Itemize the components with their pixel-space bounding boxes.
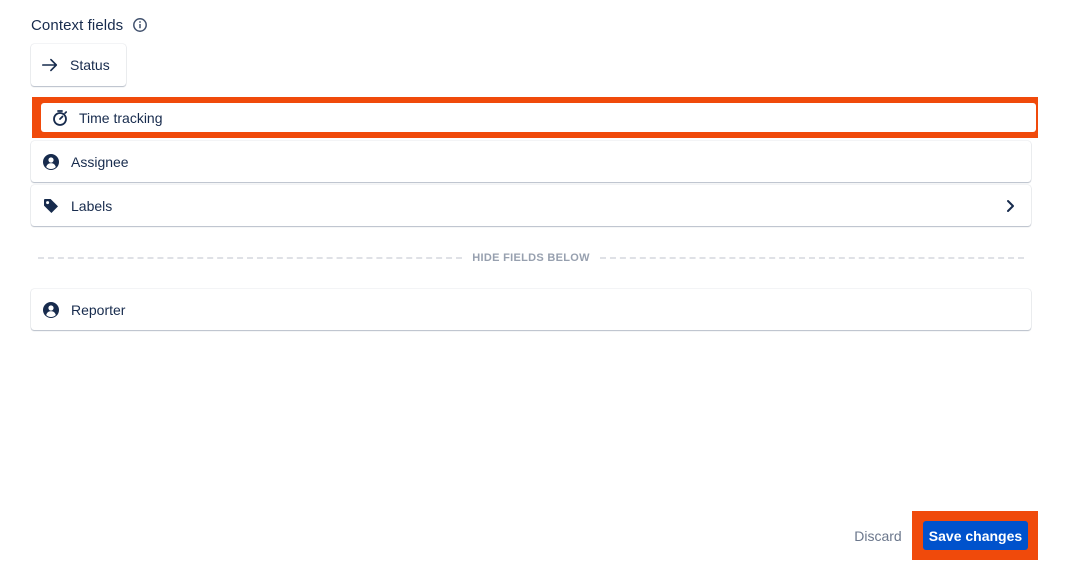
stopwatch-icon	[51, 109, 69, 127]
arrow-right-icon	[41, 56, 59, 74]
discard-button[interactable]: Discard	[846, 522, 910, 550]
field-labels[interactable]: Labels	[31, 185, 1031, 226]
user-avatar-icon	[42, 153, 60, 171]
info-icon[interactable]	[132, 17, 148, 33]
section-heading: Context fields	[31, 14, 148, 36]
field-label: Labels	[71, 197, 113, 214]
field-label: Assignee	[71, 153, 129, 170]
tag-icon	[42, 197, 60, 215]
divider-line-left	[38, 257, 463, 259]
field-time-tracking[interactable]: Time tracking	[41, 103, 1036, 132]
save-changes-button[interactable]: Save changes	[923, 521, 1028, 550]
field-label: Time tracking	[79, 109, 163, 126]
section-title: Context fields	[31, 16, 124, 34]
field-status[interactable]: Status	[31, 44, 126, 86]
hide-fields-divider: HIDE FIELDS BELOW	[38, 250, 1025, 266]
field-label: Reporter	[71, 301, 126, 318]
field-assignee[interactable]: Assignee	[31, 141, 1031, 182]
context-fields-panel: Context fields Status Time tracking Assi…	[0, 0, 1079, 564]
chevron-right-icon[interactable]	[1002, 198, 1018, 214]
field-label: Status	[70, 57, 110, 73]
divider-line-right	[599, 257, 1025, 259]
divider-label: HIDE FIELDS BELOW	[472, 252, 590, 264]
field-reporter[interactable]: Reporter	[31, 289, 1031, 330]
user-avatar-icon	[42, 301, 60, 319]
